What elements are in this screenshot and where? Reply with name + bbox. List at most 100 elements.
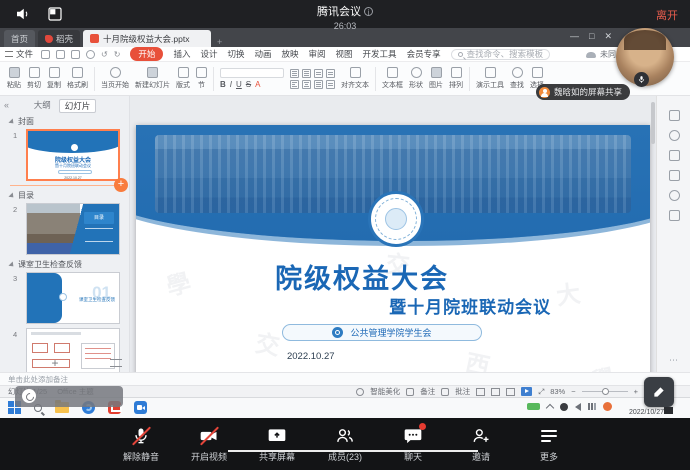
slide-thumbnail-3[interactable]: 3 01 课室卫生检查反馈: [26, 272, 120, 324]
more-button[interactable]: 更多: [527, 425, 571, 463]
align-text-button[interactable]: 对齐文本: [338, 67, 372, 90]
number-list-icon[interactable]: [302, 69, 311, 78]
print-icon[interactable]: [71, 50, 80, 59]
properties-panel-icon[interactable]: [669, 110, 680, 121]
insert-slide-button[interactable]: +: [114, 178, 128, 192]
slide-canvas[interactable]: 學 交 大 西 學 交 院级权益大会 暨十月院班联动会议: [136, 125, 650, 397]
file-menu[interactable]: 文件: [5, 48, 33, 60]
undo-icon[interactable]: ↺: [101, 50, 108, 59]
textbox-button[interactable]: 文本框: [379, 67, 406, 90]
sorter-view-icon[interactable]: [491, 388, 500, 396]
fit-window-icon[interactable]: ⤢: [538, 387, 544, 397]
zoom-in-button[interactable]: +: [634, 387, 638, 396]
menu-tab-member[interactable]: 会员专享: [407, 48, 441, 60]
comments-toggle[interactable]: 批注: [455, 386, 470, 397]
cut-button[interactable]: 剪切: [24, 67, 44, 90]
underline-button[interactable]: U: [236, 80, 242, 89]
redo-icon[interactable]: ↻: [114, 50, 121, 59]
chat-button[interactable]: 聊天: [391, 425, 435, 463]
tab-slides[interactable]: 幻灯片: [59, 99, 97, 113]
section-button[interactable]: 节: [193, 67, 210, 90]
tab-document[interactable]: 十月院级权益大会.pptx: [83, 30, 211, 47]
section-toc[interactable]: 目录: [10, 190, 130, 201]
invite-button[interactable]: 邀请: [459, 425, 503, 463]
menu-tab-review[interactable]: 审阅: [309, 48, 326, 60]
preview-icon[interactable]: [86, 50, 95, 59]
menu-tab-slideshow[interactable]: 放映: [282, 48, 299, 60]
start-video-button[interactable]: 开启视频: [187, 425, 231, 463]
line-spacing-icon[interactable]: [326, 80, 335, 89]
screen-share-banner[interactable]: 魏晗如的屏幕共享: [536, 84, 630, 100]
battery-icon[interactable]: [527, 403, 540, 410]
unmute-button[interactable]: 解除静音: [119, 425, 163, 463]
menu-tab-devtools[interactable]: 开发工具: [363, 48, 397, 60]
help-panel-icon[interactable]: [669, 190, 680, 201]
new-tab-button[interactable]: +: [217, 37, 226, 47]
more-panels-icon[interactable]: ⋯: [669, 355, 679, 366]
tray-expand-icon[interactable]: [546, 403, 554, 411]
maximize-icon[interactable]: □: [589, 31, 594, 42]
qq-icon[interactable]: [560, 403, 568, 411]
leave-meeting-button[interactable]: 离开: [656, 7, 678, 23]
font-name-select[interactable]: [220, 68, 284, 78]
slide-sorter-icon[interactable]: [110, 359, 122, 367]
comments-panel-icon[interactable]: [669, 210, 680, 221]
format-painter-button[interactable]: 格式刷: [64, 67, 91, 90]
slide-thumbnail-1[interactable]: 1 院级权益大会 暨十月院班联动会议 2022.10.27: [26, 129, 120, 181]
menu-tab-animation[interactable]: 动画: [254, 48, 271, 60]
tab-outline[interactable]: 大纲: [34, 99, 51, 113]
paste-button[interactable]: 粘贴: [4, 67, 24, 90]
search-input[interactable]: 查找命令、搜索模板: [451, 49, 551, 60]
layout-button[interactable]: 版式: [173, 67, 193, 90]
normal-view-icon[interactable]: [476, 388, 485, 396]
menu-tab-design[interactable]: 设计: [200, 48, 217, 60]
font-color-button[interactable]: A: [255, 80, 260, 89]
vertical-scrollbar[interactable]: [651, 102, 655, 144]
slideshow-play-button[interactable]: [521, 387, 532, 396]
menu-tab-view[interactable]: 视图: [336, 48, 353, 60]
members-button[interactable]: 成员(23): [323, 425, 367, 463]
network-icon[interactable]: [588, 403, 596, 410]
volume-icon[interactable]: [575, 403, 581, 411]
picture-button[interactable]: 图片: [426, 67, 446, 90]
share-screen-button[interactable]: 共享屏幕: [255, 425, 299, 463]
bullet-list-icon[interactable]: [290, 69, 299, 78]
info-icon[interactable]: i: [364, 7, 373, 16]
add-slide-button[interactable]: +: [0, 356, 110, 370]
arrange-button[interactable]: 排列: [446, 67, 466, 90]
play-from-page-button[interactable]: 当页开始: [98, 67, 132, 90]
align-center-icon[interactable]: [302, 80, 311, 89]
find-button[interactable]: 查找: [507, 67, 527, 90]
meeting-app-icon[interactable]: [134, 401, 147, 414]
design-panel-icon[interactable]: [669, 150, 680, 161]
zoom-slider[interactable]: [582, 391, 628, 392]
bold-button[interactable]: B: [220, 80, 226, 89]
copy-button[interactable]: 复制: [44, 67, 64, 90]
zoom-out-button[interactable]: −: [571, 387, 575, 396]
meeting-floating-widget[interactable]: [15, 386, 123, 407]
align-right-icon[interactable]: [314, 80, 323, 89]
section-cover[interactable]: 封面: [10, 116, 130, 127]
indent-decrease-icon[interactable]: [314, 69, 323, 78]
slide-thumbnail-2[interactable]: 2 目录: [26, 203, 120, 255]
transition-panel-icon[interactable]: [669, 170, 680, 181]
align-left-icon[interactable]: [290, 80, 299, 89]
export-icon[interactable]: [56, 50, 65, 59]
section-hygiene[interactable]: 课室卫生检查反馈: [10, 259, 130, 270]
menu-tab-home[interactable]: 开始: [130, 47, 163, 61]
notes-toggle[interactable]: 备注: [420, 386, 435, 397]
strikethrough-button[interactable]: S: [246, 80, 251, 89]
close-icon[interactable]: ✕: [604, 31, 612, 42]
annotation-tool-button[interactable]: [644, 377, 674, 407]
shapes-button[interactable]: 形状: [406, 67, 426, 90]
menu-tab-transition[interactable]: 切换: [227, 48, 244, 60]
firefox-icon[interactable]: [603, 402, 612, 411]
presentation-tools-button[interactable]: 演示工具: [473, 67, 507, 90]
menu-tab-insert[interactable]: 插入: [173, 48, 190, 60]
italic-button[interactable]: I: [230, 80, 232, 89]
reading-view-icon[interactable]: [506, 388, 515, 396]
indent-increase-icon[interactable]: [326, 69, 335, 78]
tab-docer[interactable]: 稻壳: [38, 30, 80, 47]
beautify-button[interactable]: 智能美化: [370, 386, 400, 397]
tab-home[interactable]: 首页: [4, 30, 35, 47]
